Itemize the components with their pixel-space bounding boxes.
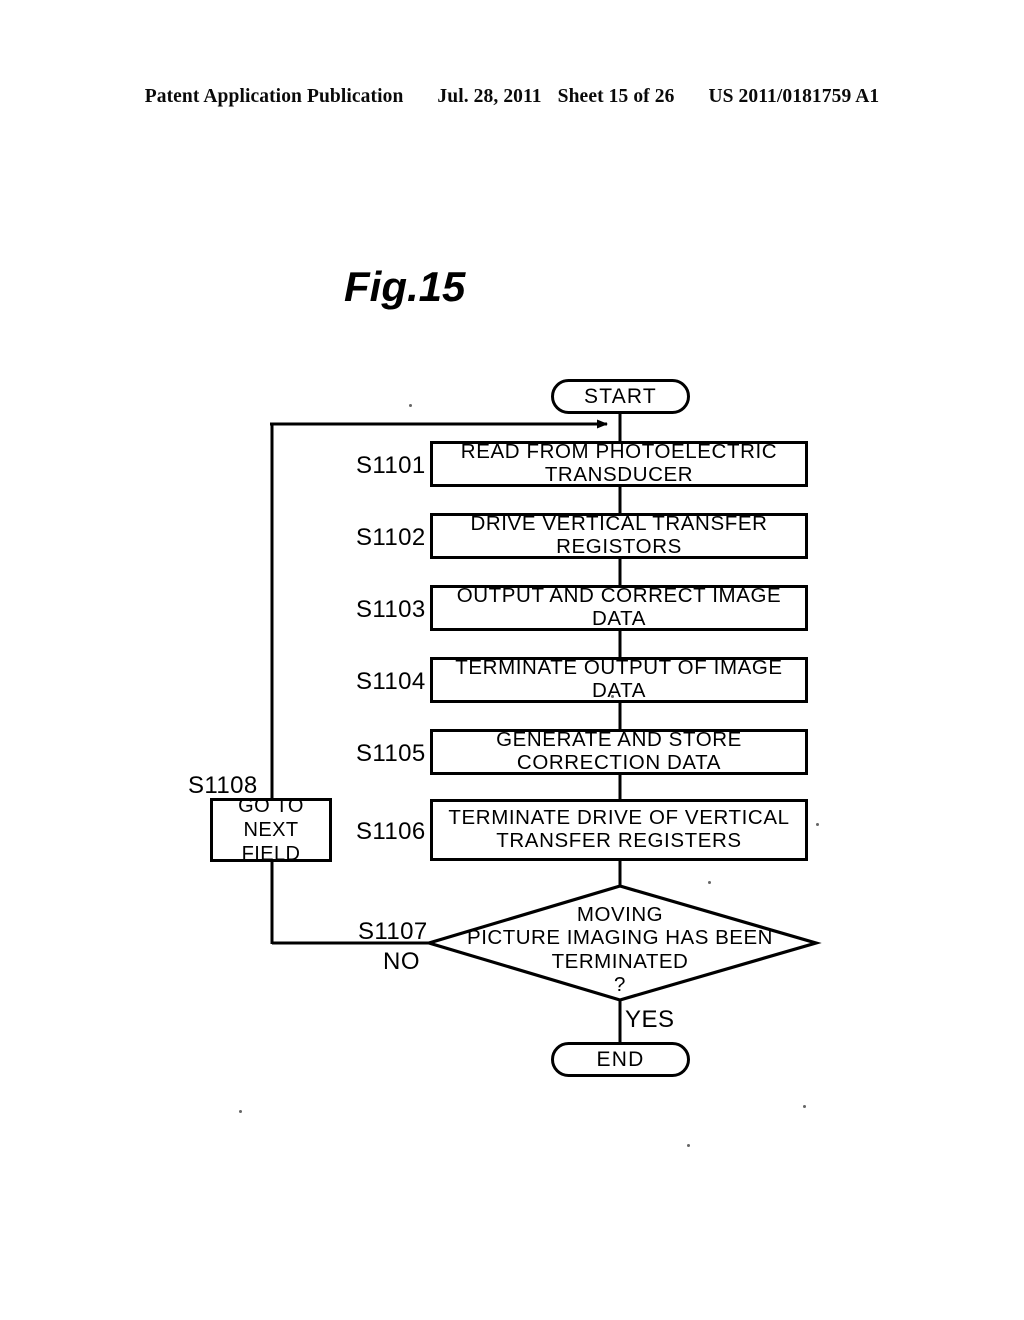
process-text-s1102: DRIVE VERTICAL TRANSFER REGISTORS — [470, 512, 768, 558]
step-label-s1104: S1104 — [356, 668, 426, 695]
process-box-s1108: GO TO NEXT FIELD — [210, 795, 332, 865]
process-box-s1105: GENERATE AND STORE CORRECTION DATA — [430, 728, 808, 775]
decision-text: MOVING PICTURE IMAGING HAS BEEN TERMINAT… — [467, 903, 773, 997]
process-text-s1108: GO TO NEXT FIELD — [238, 795, 304, 865]
process-text-s1106: TERMINATE DRIVE OF VERTICAL TRANSFER REG… — [448, 806, 790, 852]
scan-speck — [803, 1105, 806, 1108]
process-text-s1103: OUTPUT AND CORRECT IMAGE DATA — [456, 584, 782, 630]
scan-speck — [816, 823, 819, 826]
end-terminator: END — [551, 1042, 690, 1077]
scan-speck — [239, 1110, 242, 1113]
start-terminator: START — [551, 379, 690, 414]
step-label-s1103: S1103 — [356, 596, 426, 623]
step-label-s1107: S1107 — [358, 918, 428, 945]
scan-speck — [708, 881, 711, 884]
process-box-s1102: DRIVE VERTICAL TRANSFER REGISTORS — [430, 512, 808, 559]
process-text-s1105: GENERATE AND STORE CORRECTION DATA — [496, 728, 742, 774]
scan-speck — [687, 1144, 690, 1147]
decision-no-label: NO — [383, 948, 420, 975]
process-text-s1104: TERMINATE OUTPUT OF IMAGE DATA — [455, 656, 783, 702]
step-label-s1105: S1105 — [356, 740, 426, 767]
step-label-s1101: S1101 — [356, 452, 426, 479]
end-label: END — [596, 1047, 645, 1071]
start-label: START — [584, 384, 657, 408]
scan-speck — [409, 404, 412, 407]
decision-yes-label: YES — [625, 1006, 675, 1033]
process-box-s1104: TERMINATE OUTPUT OF IMAGE DATA — [430, 656, 808, 703]
process-box-s1101: READ FROM PHOTOELECTRIC TRANSDUCER — [430, 440, 808, 487]
process-text-s1101: READ FROM PHOTOELECTRIC TRANSDUCER — [460, 440, 778, 486]
process-box-s1103: OUTPUT AND CORRECT IMAGE DATA — [430, 584, 808, 631]
step-label-s1106: S1106 — [356, 818, 426, 845]
step-label-s1102: S1102 — [356, 524, 426, 551]
process-box-s1106: TERMINATE DRIVE OF VERTICAL TRANSFER REG… — [430, 799, 808, 861]
scan-speck — [611, 695, 614, 698]
